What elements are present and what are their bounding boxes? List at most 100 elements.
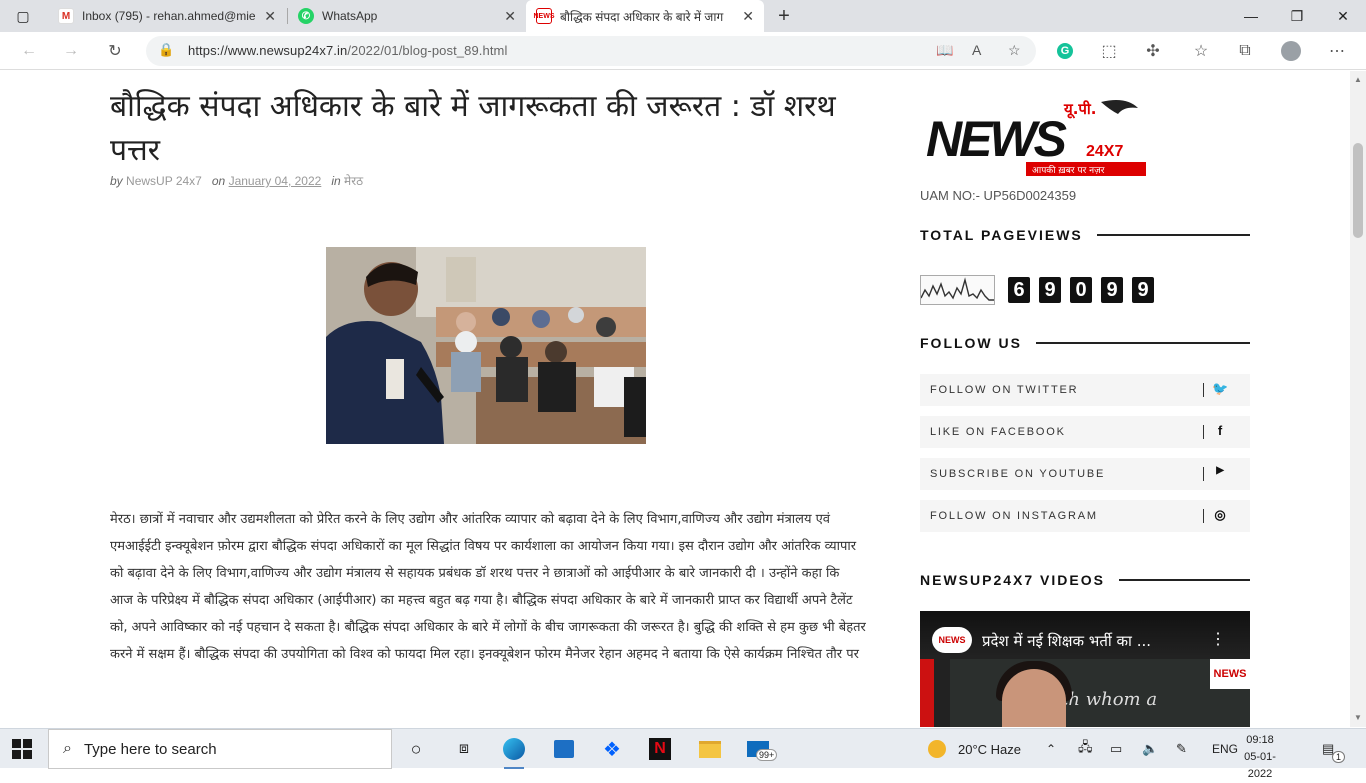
volume-icon[interactable]: 🔈 xyxy=(1142,729,1158,769)
video-person-face xyxy=(1002,669,1066,727)
scroll-up-icon[interactable]: ▲ xyxy=(1354,75,1362,84)
restore-button[interactable]: ❐ xyxy=(1274,0,1320,32)
close-tab-icon[interactable]: ✕ xyxy=(742,8,754,25)
scrollbar-thumb[interactable] xyxy=(1353,143,1363,238)
minimize-button[interactable]: — xyxy=(1228,0,1274,32)
newsup-logo-graphic: यू.पी. NEWS 24X7 आपकी ख़बर पर नज़र xyxy=(926,100,1146,176)
pen-icon[interactable]: ✎ xyxy=(1176,729,1187,769)
logo-news-text: NEWS xyxy=(926,111,1067,167)
netflix-icon[interactable]: N xyxy=(646,735,674,763)
video-channel-logo: NEWS xyxy=(1210,659,1250,689)
battery-icon[interactable]: ▭ xyxy=(1110,729,1122,769)
video-title[interactable]: प्रदेश में नई शिक्षक भर्ती का ... xyxy=(982,631,1151,651)
search-icon: ⌕ xyxy=(63,740,72,757)
url-text[interactable]: https://www.newsup24x7.in/2022/01/blog-p… xyxy=(188,43,507,58)
lock-icon[interactable]: 🔒 xyxy=(158,42,174,58)
follow-label: FOLLOW ON INSTAGRAM xyxy=(930,510,1098,522)
edge-browser-icon[interactable] xyxy=(500,735,528,769)
grammarly-extension-icon[interactable]: G xyxy=(1052,39,1078,63)
newsup-logo[interactable]: यू.पी. NEWS 24X7 आपकी ख़बर पर नज़र xyxy=(926,98,1148,180)
tab-whatsapp[interactable]: ✆ WhatsApp ✕ xyxy=(288,0,526,32)
weather-icon xyxy=(928,740,946,758)
clock-time: 09:18 xyxy=(1246,734,1274,746)
pageview-digit: 9 xyxy=(1039,277,1061,303)
widget-title-text: FOLLOW US xyxy=(920,335,1022,351)
mail-icon[interactable]: 99+ xyxy=(744,735,778,763)
back-button[interactable]: ← xyxy=(16,39,42,63)
extensions-puzzle-icon[interactable]: ✣ xyxy=(1140,39,1166,63)
show-hidden-icons[interactable]: ⌃ xyxy=(1046,729,1056,769)
uam-number: UAM NO:- UP56D0024359 xyxy=(920,188,1077,203)
page-scrollbar[interactable]: ▲ ▼ xyxy=(1350,71,1366,727)
title-divider xyxy=(1118,579,1250,581)
extension-icon[interactable]: ⬚ xyxy=(1096,39,1122,63)
search-placeholder: Type here to search xyxy=(83,740,217,758)
post-date[interactable]: January 04, 2022 xyxy=(229,174,322,188)
tab-newsup-article[interactable]: NEWS बौद्धिक संपदा अधिकार के बारे में जा… xyxy=(526,0,764,32)
microsoft-store-icon[interactable] xyxy=(550,735,578,763)
video-red-strip xyxy=(920,659,934,727)
new-tab-button[interactable]: + xyxy=(772,0,796,32)
tab-gmail[interactable]: M Inbox (795) - rehan.ahmed@mie ✕ xyxy=(48,0,286,32)
scroll-down-icon[interactable]: ▼ xyxy=(1354,713,1362,722)
address-bar[interactable]: 🔒 https://www.newsup24x7.in/2022/01/blog… xyxy=(146,36,1036,66)
classroom-photo xyxy=(326,247,646,444)
newsup-favicon: NEWS xyxy=(534,8,555,24)
read-aloud-icon[interactable]: A xyxy=(972,42,981,58)
category-link[interactable]: मेरठ xyxy=(344,174,363,188)
tab-title: बौद्धिक संपदा अधिकार के बारे में जाग xyxy=(560,9,724,24)
forward-button[interactable]: → xyxy=(58,39,84,63)
file-explorer-icon[interactable] xyxy=(696,735,724,763)
network-icon[interactable]: 🖧 xyxy=(1078,729,1093,769)
author-link[interactable]: NewsUP 24x7 xyxy=(126,174,202,188)
post-body: मेरठ। छात्रों में नवाचार और उद्यमशीलता क… xyxy=(110,512,866,662)
post-image[interactable] xyxy=(326,247,646,444)
instagram-icon: ◎ xyxy=(1214,507,1228,522)
notification-center-icon[interactable]: ▤ 1 xyxy=(1322,729,1346,769)
follow-instagram-button[interactable]: FOLLOW ON INSTAGRAM ◎ xyxy=(920,500,1250,532)
favorites-icon[interactable]: ☆ xyxy=(1188,39,1214,63)
cortana-icon[interactable]: ○ xyxy=(402,735,430,763)
collections-icon[interactable]: ⧉ xyxy=(1232,39,1258,63)
clock-date: 05-01-2022 xyxy=(1244,751,1276,780)
channel-avatar[interactable]: NEWS xyxy=(932,627,972,653)
close-window-button[interactable]: ✕ xyxy=(1320,0,1366,32)
weather-text: 20°C Haze xyxy=(958,741,1022,757)
windows-start-icon[interactable] xyxy=(12,739,32,759)
video-embed[interactable]: with whom a NEWS NEWS प्रदेश में नई शिक्… xyxy=(920,611,1250,727)
language-indicator[interactable]: ENG xyxy=(1212,729,1238,769)
video-more-icon[interactable]: ⋮ xyxy=(1210,629,1226,649)
profile-avatar[interactable] xyxy=(1278,39,1304,63)
pageview-digit: 9 xyxy=(1132,277,1154,303)
close-tab-icon[interactable]: ✕ xyxy=(264,8,276,25)
subscribe-youtube-button[interactable]: SUBSCRIBE ON YOUTUBE ▶ xyxy=(920,458,1250,490)
pageviews-counter: 6 9 0 9 9 xyxy=(1008,277,1154,303)
logo-tagline: आपकी ख़बर पर नज़र xyxy=(1032,164,1105,176)
follow-divider xyxy=(1203,467,1204,481)
tab-actions-icon[interactable]: ▢ xyxy=(0,0,46,32)
youtube-icon: ▶ xyxy=(1216,465,1226,476)
sparkline-graphic xyxy=(920,277,994,301)
reader-view-icon[interactable]: 📖 xyxy=(936,42,953,59)
mail-badge: 99+ xyxy=(756,749,778,761)
whatsapp-icon: ✆ xyxy=(298,8,314,24)
dropbox-icon[interactable]: ❖ xyxy=(598,735,626,763)
meta-by: by xyxy=(110,174,123,188)
like-facebook-button[interactable]: LIKE ON FACEBOOK f xyxy=(920,416,1250,448)
follow-label: SUBSCRIBE ON YOUTUBE xyxy=(930,468,1106,480)
refresh-button[interactable]: ↻ xyxy=(102,39,128,63)
taskbar-search-box[interactable]: ⌕ Type here to search xyxy=(48,729,392,769)
pageview-digit: 0 xyxy=(1070,277,1092,303)
close-tab-icon[interactable]: ✕ xyxy=(504,8,516,25)
more-menu-icon[interactable]: ⋯ xyxy=(1324,39,1350,63)
task-view-icon[interactable]: ⧈ xyxy=(450,735,478,763)
system-clock[interactable]: 09:18 05-01-2022 xyxy=(1236,732,1284,783)
pageviews-widget-title: TOTAL PAGEVIEWS xyxy=(920,226,1250,244)
weather-widget[interactable]: 20°C Haze xyxy=(928,729,1021,769)
logo-24x7-text: 24X7 xyxy=(1086,143,1123,160)
follow-twitter-button[interactable]: FOLLOW ON TWITTER 🐦 xyxy=(920,374,1250,406)
pageviews-sparkline xyxy=(920,275,995,305)
favorite-star-icon[interactable]: ☆ xyxy=(1008,42,1021,59)
tab-title: Inbox (795) - rehan.ahmed@mie xyxy=(82,9,256,23)
notification-badge: 1 xyxy=(1332,751,1346,763)
